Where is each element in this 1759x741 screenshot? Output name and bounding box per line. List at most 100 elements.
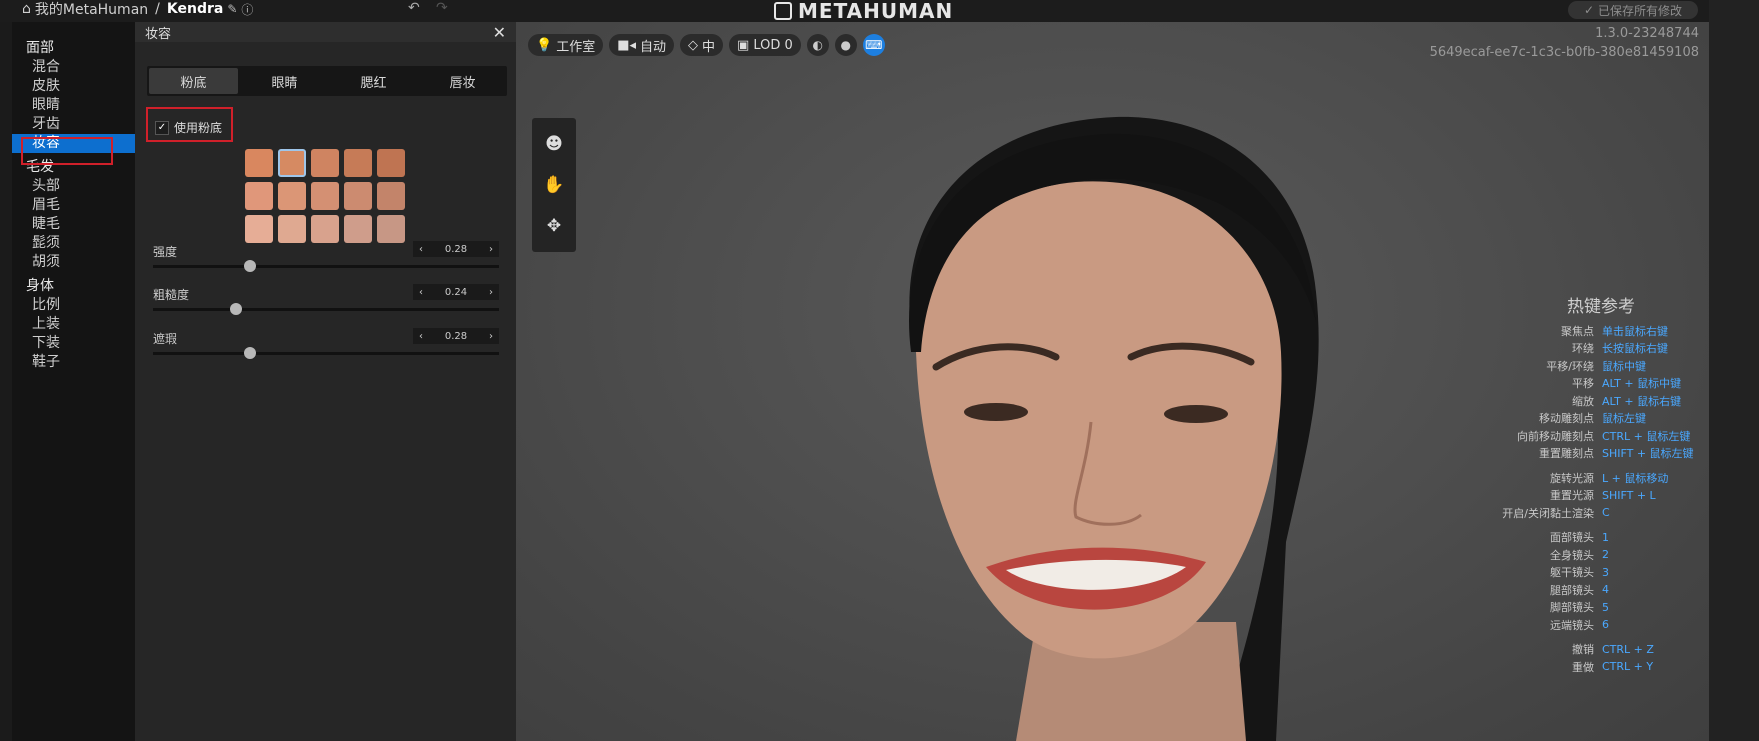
slider-knob[interactable] [243,347,256,359]
tab-foundation[interactable]: 粉底 [149,68,238,94]
slider-value[interactable]: 0.24 [445,287,467,298]
slider-track[interactable] [153,308,499,311]
hotkey-action: 面部镜头 [1550,531,1594,545]
slider-label: 强度 [153,245,178,259]
hotkey-key: C [1602,506,1610,520]
tab-eyes[interactable]: 眼睛 [240,66,329,96]
studio-label: 工作室 [556,39,596,55]
check-circle-icon: ✓ [1583,3,1595,17]
cube-icon: ▣ [737,37,750,53]
hotkey-action: 重做 [1572,660,1594,674]
hotkey-row: 向前移动雕刻点 CTRL + 鼠标左键 [1380,427,1700,445]
lightbulb-icon: 💡 [536,37,553,53]
slider-knob[interactable] [243,260,256,272]
close-icon[interactable]: ✕ [493,23,506,42]
hotkey-row: 重做 CTRL + Y [1380,658,1700,676]
nav-item-bottoms[interactable]: 下装 [12,334,135,353]
nav-item-teeth[interactable]: 牙齿 [12,115,135,134]
foundation-swatch[interactable] [344,182,372,210]
nav-item-head-hair[interactable]: 头部 [12,177,135,196]
face-sculpt-icon[interactable]: ☻ [545,134,563,154]
hand-move-icon[interactable]: ✋ [543,175,564,195]
hotkey-row: 远端镜头 6 [1380,616,1700,634]
saved-status-text: 已保存所有修改 [1598,3,1683,18]
nav-item-blend[interactable]: 混合 [12,58,135,77]
diamond-icon: ◇ [688,37,699,53]
chevron-right-icon[interactable]: › [489,287,493,298]
hotkey-row: 移动雕刻点 鼠标左键 [1380,410,1700,428]
foundation-swatch[interactable] [311,182,339,210]
lod-label: LOD 0 [753,37,793,53]
slider-track[interactable] [153,352,499,355]
chevron-left-icon[interactable]: ‹ [419,244,423,255]
logo-text: METAHUMAN [798,0,954,23]
hotkey-row: 平移 ALT + 鼠标中键 [1380,375,1700,393]
nav-item-beard[interactable]: 胡须 [12,253,135,272]
tab-blush[interactable]: 腮红 [329,66,418,96]
foundation-swatch[interactable] [377,182,405,210]
hotkey-key: 长按鼠标右键 [1602,342,1668,356]
render-mode-icon[interactable]: ◐ [806,34,829,56]
build-id: 5649ecaf-ee7c-1c3c-b0fb-380e81459108 [1429,45,1699,60]
foundation-swatch[interactable] [311,215,339,243]
nav-item-eyes[interactable]: 眼睛 [12,96,135,115]
nav-item-shoes[interactable]: 鞋子 [12,353,135,372]
hotkey-key: CTRL + Y [1602,660,1654,674]
foundation-swatch[interactable] [311,149,339,177]
makeup-tabs: 粉底 眼睛 腮红 唇妆 [147,66,507,96]
hotkey-spacer [1380,634,1700,641]
foundation-swatch[interactable] [278,149,306,177]
edit-icon[interactable]: ✎ [227,2,237,16]
foundation-swatch[interactable] [377,149,405,177]
version-number: 1.3.0-23248744 [1595,26,1699,41]
lod-button[interactable]: ▣ LOD 0 [729,34,801,56]
home-icon[interactable]: ⌂ [22,1,31,17]
chevron-right-icon[interactable]: › [489,331,493,342]
foundation-swatch[interactable] [245,149,273,177]
chevron-left-icon[interactable]: ‹ [419,331,423,342]
hotkey-row: 开启/关闭黏土渲染 C [1380,504,1700,522]
nav-item-tops[interactable]: 上装 [12,315,135,334]
animation-auto-button[interactable]: ■◂ 自动 [609,34,675,56]
foundation-swatch[interactable] [245,182,273,210]
foundation-swatch[interactable] [278,182,306,210]
nav-item-proportions[interactable]: 比例 [12,296,135,315]
foundation-swatch[interactable] [344,149,372,177]
help-icon[interactable]: ⓘ [241,1,253,18]
chevron-right-icon[interactable]: › [489,244,493,255]
chevron-left-icon[interactable]: ‹ [419,287,423,298]
foundation-swatch[interactable] [344,215,372,243]
hotkey-action: 向前移动雕刻点 [1517,429,1594,443]
slider-knob[interactable] [230,303,243,315]
nav-item-skin[interactable]: 皮肤 [12,77,135,96]
clay-render-icon[interactable]: ● [834,34,857,56]
quality-button[interactable]: ◇ 中 [680,34,724,56]
makeup-panel: 妆容 ✕ 粉底 眼睛 腮红 唇妆 ✓ 使用粉底 强度 ‹ 0.28 › 粗糙度 … [135,22,516,741]
slider-value[interactable]: 0.28 [445,244,467,255]
foundation-swatch[interactable] [377,215,405,243]
breadcrumb-root[interactable]: 我的MetaHuman [35,0,148,19]
hotkeys-list: 聚焦点 单击鼠标右键 环绕 长按鼠标右键 平移/环绕 鼠标中键 平移 ALT + 鼠标中键 缩放… [1380,322,1700,676]
hotkey-key: ALT + 鼠标右键 [1602,394,1682,408]
hotkey-row: 撤销 CTRL + Z [1380,641,1700,659]
hotkey-key: ALT + 鼠标中键 [1602,377,1682,391]
studio-light-button[interactable]: 💡 工作室 [528,34,604,56]
slider-track[interactable] [153,265,499,268]
metahuman-logo: METAHUMAN [774,0,953,23]
redo-icon[interactable]: ↷ [436,0,448,16]
viewport-side-tools: ☻ ✋ ✥ [532,118,576,252]
hotkey-action: 平移 [1572,377,1594,391]
nav-item-eyelashes[interactable]: 睫毛 [12,215,135,234]
tab-lipstick[interactable]: 唇妆 [418,66,507,96]
move-arrows-icon[interactable]: ✥ [547,216,561,236]
foundation-swatch[interactable] [278,215,306,243]
top-bar: ⌂ 我的MetaHuman / Kendra ✎ ⓘ ↶ ↷ METAHUMAN… [0,0,1709,23]
undo-icon[interactable]: ↶ [408,0,420,16]
foundation-swatch[interactable] [245,215,273,243]
slider-value[interactable]: 0.28 [445,331,467,342]
nav-item-eyebrows[interactable]: 眉毛 [12,196,135,215]
nav-item-mustache[interactable]: 髭须 [12,234,135,253]
viewport-toolbar: 💡 工作室 ■◂ 自动 ◇ 中 ▣ LOD 0 ◐ ● ⌨ [528,34,885,56]
keyboard-icon[interactable]: ⌨ [862,34,885,56]
hotkey-row: 平移/环绕 鼠标中键 [1380,357,1700,375]
